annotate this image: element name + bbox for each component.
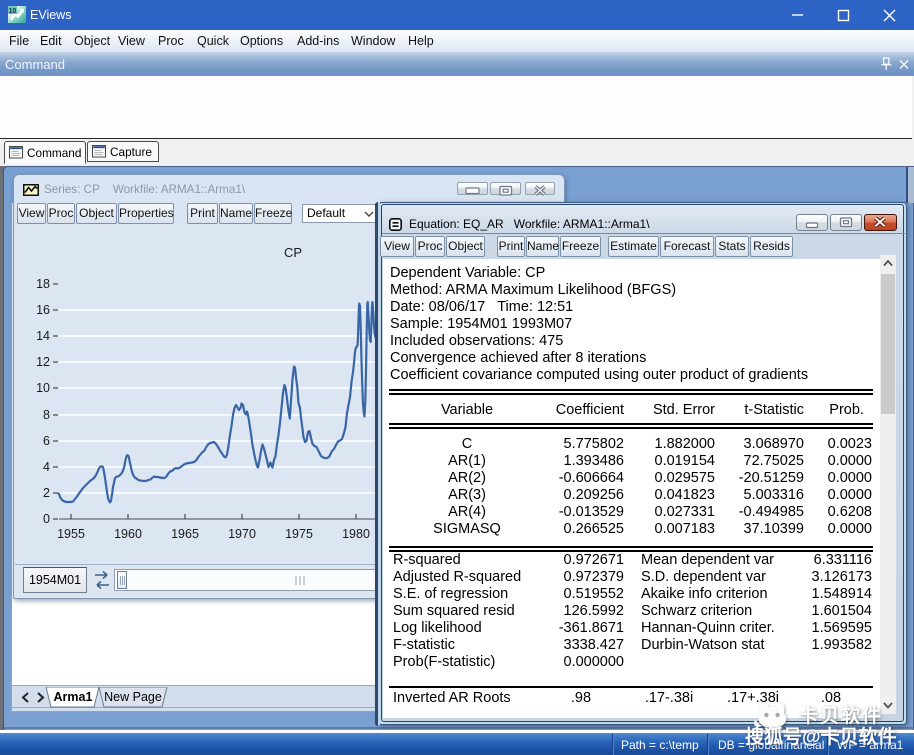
svg-text:8: 8 (43, 408, 50, 422)
svg-text:1975: 1975 (285, 527, 313, 541)
svg-text:0: 0 (43, 512, 50, 526)
svg-text:1955: 1955 (57, 527, 85, 541)
svg-text:2: 2 (43, 486, 50, 500)
svg-text:18: 18 (36, 277, 50, 291)
svg-text:1980: 1980 (342, 527, 370, 541)
svg-text:10: 10 (9, 8, 17, 15)
svg-text:14: 14 (36, 329, 50, 343)
svg-text:12: 12 (36, 355, 50, 369)
svg-text:New Page: New Page (104, 690, 162, 704)
svg-text:4: 4 (43, 460, 50, 474)
svg-text:10: 10 (36, 381, 50, 395)
svg-text:1960: 1960 (114, 527, 142, 541)
svg-text:Arma1: Arma1 (54, 690, 93, 704)
svg-text:CP: CP (284, 245, 302, 260)
svg-text:16: 16 (36, 303, 50, 317)
svg-text:1965: 1965 (171, 527, 199, 541)
svg-text:1970: 1970 (228, 527, 256, 541)
svg-text:6: 6 (43, 434, 50, 448)
